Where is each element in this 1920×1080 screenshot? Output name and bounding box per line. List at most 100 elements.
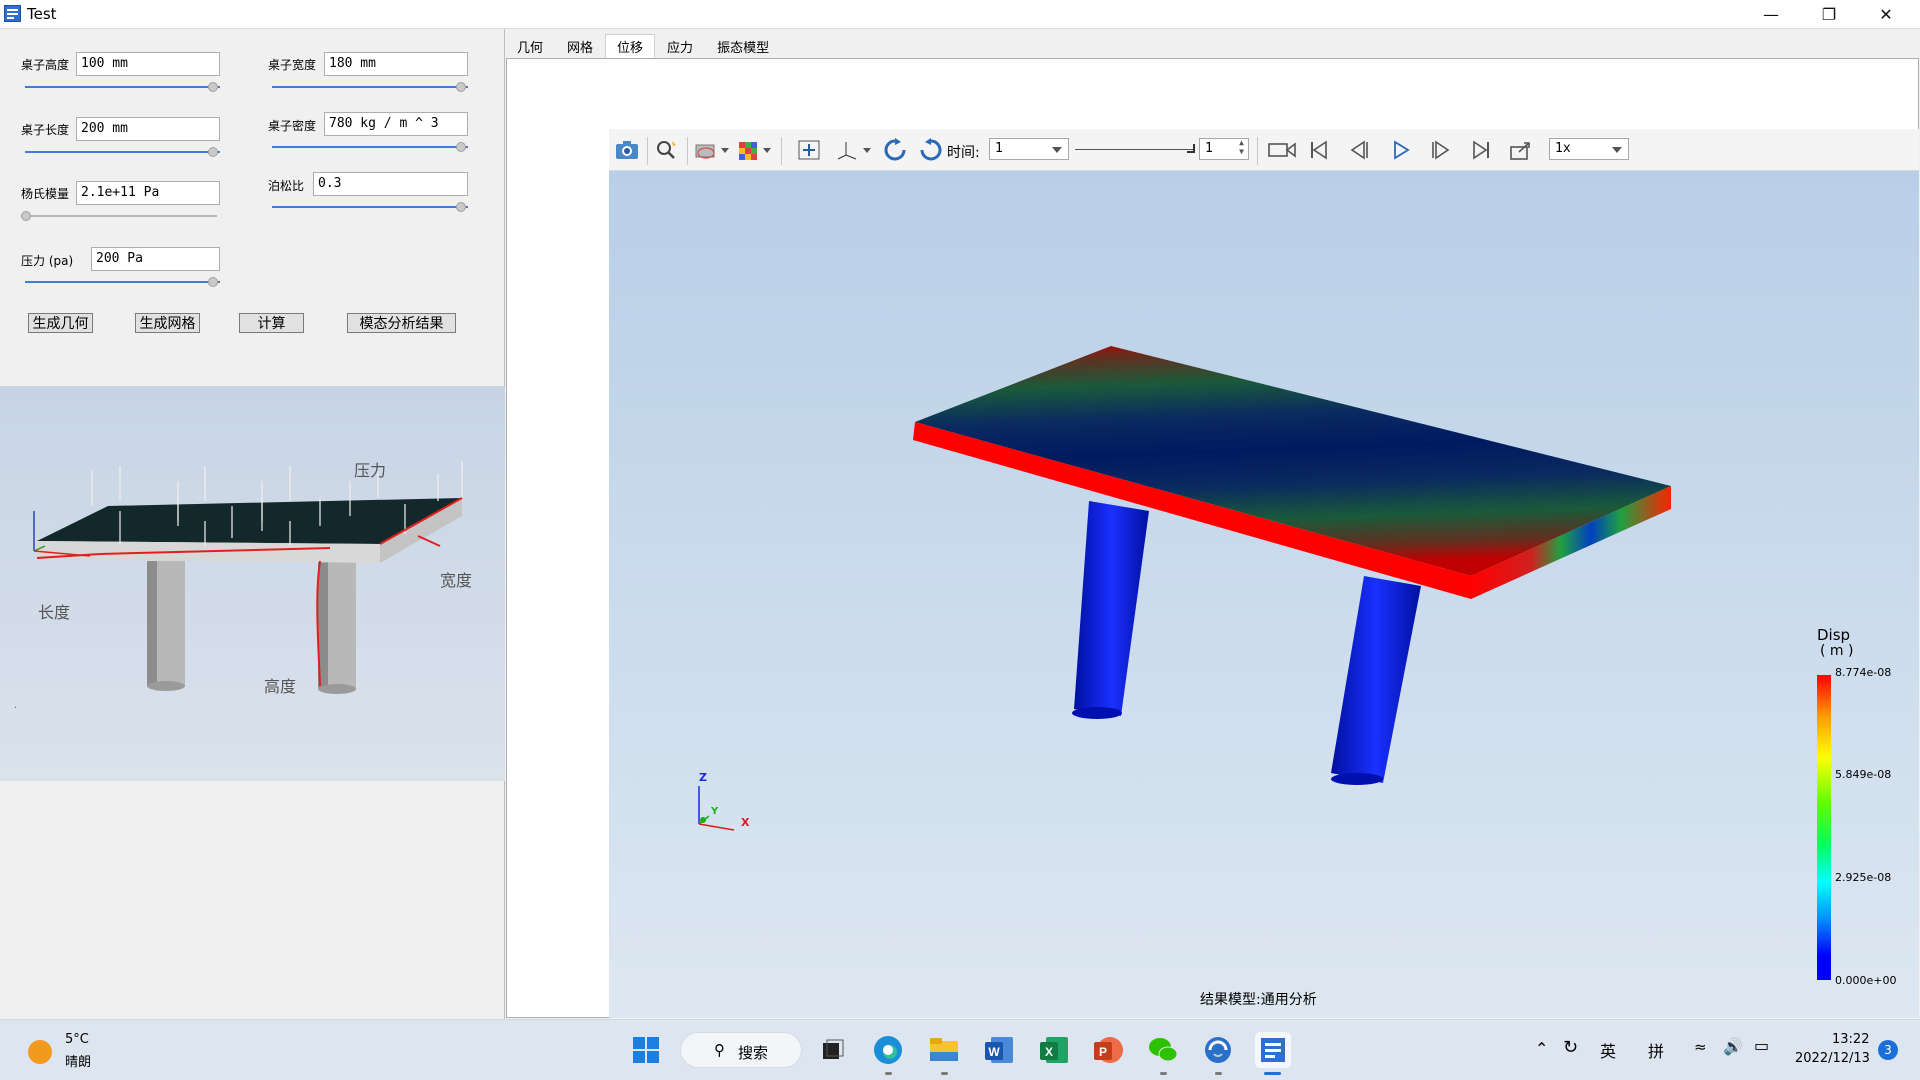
preview-width-label: 宽度 [440,571,473,590]
preview-pressure-label: 压力 [354,461,387,480]
spin-arrows-icon: ▲ ▼ [1239,138,1244,156]
axis-view-icon [837,142,871,160]
generate-mesh-button[interactable]: 生成网格 [135,313,200,333]
table-height-label: 桌子高度 [21,58,70,72]
weather-temp[interactable]: 5°C [65,1032,89,1047]
edge-icon [874,1036,902,1064]
clock-date[interactable]: 2022/12/13 [1795,1051,1870,1066]
step-back-icon [1350,140,1368,160]
wechat-app[interactable] [1145,1032,1181,1068]
edge-app[interactable] [870,1032,906,1068]
previous-frame-button[interactable] [1345,137,1373,163]
colormap-cube-icon [739,142,771,160]
table-height-input[interactable]: 100 mm [76,52,220,76]
notification-badge[interactable]: 3 [1878,1040,1898,1060]
pressure-input[interactable]: 200 Pa [91,247,220,271]
poisson-ratio-label: 泊松比 [268,179,305,193]
tab-geometry[interactable]: 几何 [505,34,555,58]
pressure-slider[interactable] [25,276,220,288]
wifi-icon[interactable]: ≈ [1694,1038,1707,1056]
table-length-input[interactable]: 200 mm [76,117,220,141]
speed-select-value: 1x [1555,141,1571,156]
view-axis-button[interactable] [835,137,875,163]
file-explorer-app[interactable] [926,1032,962,1068]
task-view-button[interactable] [814,1032,850,1068]
generate-geometry-button[interactable]: 生成几何 [28,313,93,333]
start-button[interactable] [628,1032,664,1068]
solver-app[interactable] [1200,1032,1236,1068]
running-indicator [1160,1072,1167,1075]
rotate-left-button[interactable] [881,137,909,163]
modal-results-button[interactable]: 模态分析结果 [347,313,456,333]
first-frame-button[interactable] [1305,137,1333,163]
last-frame-button[interactable] [1467,137,1495,163]
minimize-button[interactable]: — [1748,0,1794,29]
poisson-ratio-slider[interactable] [272,201,468,213]
active-indicator [1264,1072,1281,1075]
legend-title: Disp [1817,626,1851,644]
chevron-up-icon[interactable]: ⌃ [1535,1039,1548,1058]
camera-button[interactable] [613,137,641,163]
tab-mode-shapes[interactable]: 振态模型 [705,34,781,58]
excel-icon: X [1040,1037,1068,1063]
legend-tick: 2.925e-08 [1835,871,1892,884]
close-button[interactable]: ✕ [1863,0,1909,29]
excel-app[interactable]: X [1036,1032,1072,1068]
sync-icon[interactable]: ↻ [1563,1037,1578,1058]
result-model-status: 结果模型:通用分析 [1200,992,1317,1008]
volume-icon[interactable]: 🔊 [1723,1037,1743,1056]
viewer-toolbar: 时间: 1 1 ▲ ▼ 1x [609,129,1919,171]
youngs-modulus-slider[interactable] [21,210,217,222]
tab-stress[interactable]: 应力 [655,34,705,58]
youngs-modulus-input[interactable]: 2.1e+11 Pa [76,181,220,205]
tab-displacement[interactable]: 位移 [605,34,656,58]
compute-button[interactable]: 计算 [239,313,304,333]
clip-plane-button[interactable] [693,137,733,163]
triad-z-label: Z [699,771,707,784]
frame-spinbox[interactable]: 1 ▲ ▼ [1199,138,1249,160]
app-icon [4,5,21,22]
restore-button[interactable]: ❐ [1806,0,1852,29]
poisson-ratio-input[interactable]: 0.3 [313,172,468,196]
3d-viewport[interactable]: Z Y X [609,171,1919,1018]
frame-slider[interactable] [1075,144,1195,156]
sun-icon[interactable] [28,1040,52,1064]
table-width-slider[interactable] [272,81,468,93]
windows-icon [633,1037,659,1063]
svg-text:P: P [1099,1045,1107,1059]
legend-tick: 5.849e-08 [1835,768,1892,781]
time-select[interactable]: 1 [989,138,1069,160]
export-button[interactable] [1507,137,1535,163]
table-density-slider[interactable] [272,141,468,153]
fit-view-button[interactable] [795,137,823,163]
clock-time[interactable]: 13:22 [1832,1032,1869,1047]
window-title: Test [27,5,57,23]
triad-x-label: X [741,816,750,829]
search-box[interactable]: ⚲ 搜索 [680,1032,802,1068]
table-length-label: 桌子长度 [21,123,70,137]
word-app[interactable]: W [981,1032,1017,1068]
table-height-slider[interactable] [25,81,220,93]
colormap-button[interactable] [735,137,775,163]
parameter-panel: 桌子高度 100 mm 桌子宽度 180 mm 桌子长度 200 mm 桌子密度… [0,29,505,1019]
play-button[interactable] [1387,137,1415,163]
task-view-icon [823,1039,844,1059]
table-width-input[interactable]: 180 mm [324,52,468,76]
speed-select[interactable]: 1x [1549,138,1629,160]
test-app[interactable] [1255,1032,1291,1068]
record-video-button[interactable] [1265,137,1299,163]
ime-language[interactable]: 英 [1600,1038,1616,1062]
next-frame-button[interactable] [1427,137,1455,163]
rotate-right-button[interactable] [917,137,945,163]
preview-height-label: 高度 [264,677,297,696]
ime-mode[interactable]: 拼 [1648,1038,1664,1062]
tab-mesh[interactable]: 网格 [555,34,605,58]
table-length-slider[interactable] [25,146,220,158]
table-density-input[interactable]: 780 kg / m ^ 3 [324,112,468,136]
powerpoint-app[interactable]: P [1090,1032,1126,1068]
probe-button[interactable] [653,137,681,163]
restore-icon: ❐ [1821,5,1837,24]
battery-icon[interactable]: ▭ [1754,1036,1769,1055]
chevron-down-icon [1052,147,1062,153]
weather-desc[interactable]: 晴朗 [65,1051,91,1070]
